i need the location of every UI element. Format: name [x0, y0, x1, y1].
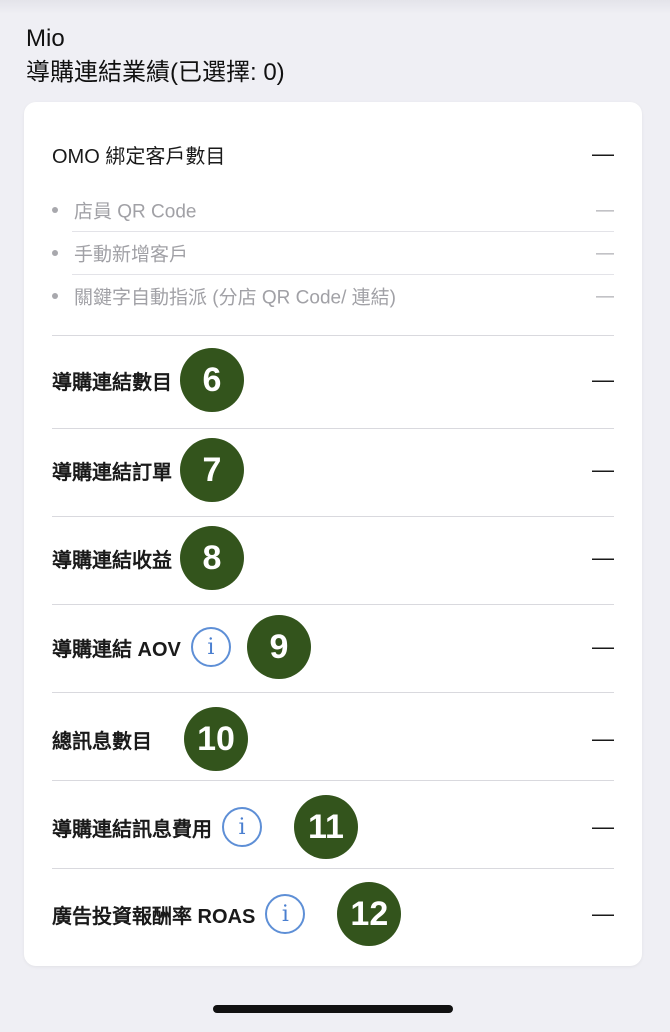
bullet-dot-icon — [52, 250, 58, 256]
metric-label: 導購連結訊息費用 — [52, 818, 212, 841]
omo-sub-item-manual-add: 手動新增客戶 — — [52, 232, 614, 274]
bullet-dot-icon — [52, 207, 58, 213]
metric-value: — — [592, 545, 614, 570]
omo-customers-label: OMO 綁定客戶數目 — [52, 145, 226, 168]
row-divider — [52, 868, 614, 869]
metrics-card: OMO 綁定客戶數目 — 店員 QR Code — 手動新增客戶 — 關鍵字自動… — [24, 102, 642, 966]
row-divider — [52, 428, 614, 429]
row-divider — [52, 692, 614, 693]
sub-item-label: 店員 QR Code — [74, 201, 197, 223]
sub-item-value: — — [596, 285, 614, 306]
omo-sub-item-staff-qr: 店員 QR Code — — [52, 189, 614, 231]
metric-row-link-aov[interactable]: 導購連結 AOV i 9 — — [52, 615, 614, 679]
number-badge: 6 — [180, 348, 244, 412]
info-icon[interactable]: i — [265, 894, 306, 934]
number-badge: 9 — [246, 615, 311, 679]
number-badge: 11 — [294, 795, 358, 859]
number-badge: 12 — [337, 882, 402, 946]
metric-value: — — [592, 457, 614, 482]
info-icon[interactable]: i — [190, 627, 231, 667]
row-divider — [52, 335, 614, 336]
number-badge: 8 — [180, 526, 244, 590]
row-divider — [52, 780, 614, 781]
metric-row-roas[interactable]: 廣告投資報酬率 ROAS i 12 — — [52, 882, 614, 946]
metric-value: — — [592, 634, 614, 659]
metric-row-link-revenue[interactable]: 導購連結收益 8 — — [52, 526, 614, 590]
row-divider — [52, 516, 614, 517]
omo-customers-row[interactable]: OMO 綁定客戶數目 — — [52, 132, 614, 176]
metric-value: — — [592, 367, 614, 392]
user-name: Mio — [26, 25, 65, 52]
metric-row-message-cost[interactable]: 導購連結訊息費用 i 11 — — [52, 795, 614, 859]
number-badge: 7 — [180, 438, 244, 502]
section-title: 導購連結業績(已選擇: 0) — [26, 59, 285, 86]
metric-row-link-orders[interactable]: 導購連結訂單 7 — — [52, 438, 614, 502]
metric-label: 導購連結 AOV — [52, 638, 181, 661]
omo-customers-value: — — [592, 141, 614, 166]
sub-item-value: — — [596, 242, 614, 263]
sub-item-label: 關鍵字自動指派 (分店 QR Code/ 連結) — [74, 287, 396, 309]
sub-item-value: — — [596, 199, 614, 220]
metric-label: 廣告投資報酬率 ROAS — [52, 905, 256, 928]
metric-label: 導購連結收益 — [52, 549, 172, 572]
number-badge: 10 — [184, 707, 248, 771]
omo-sub-item-keyword-assign: 關鍵字自動指派 (分店 QR Code/ 連結) — — [52, 275, 614, 317]
metric-value: — — [592, 814, 614, 839]
row-divider — [52, 604, 614, 605]
metric-label: 導購連結訂單 — [52, 461, 172, 484]
info-icon[interactable]: i — [222, 807, 262, 847]
bullet-dot-icon — [52, 293, 58, 299]
metric-label: 導購連結數目 — [52, 371, 172, 394]
sub-item-label: 手動新增客戶 — [74, 244, 189, 266]
page-header: Mio 導購連結業績(已選擇: 0) — [26, 24, 285, 88]
metric-row-total-messages[interactable]: 總訊息數目 10 — — [52, 707, 614, 771]
metric-value: — — [592, 726, 614, 751]
metric-row-link-count[interactable]: 導購連結數目 6 — — [52, 348, 614, 412]
status-bar-area — [0, 0, 670, 14]
home-indicator[interactable] — [213, 1005, 453, 1013]
metric-value: — — [592, 901, 614, 926]
metric-label: 總訊息數目 — [52, 730, 152, 753]
